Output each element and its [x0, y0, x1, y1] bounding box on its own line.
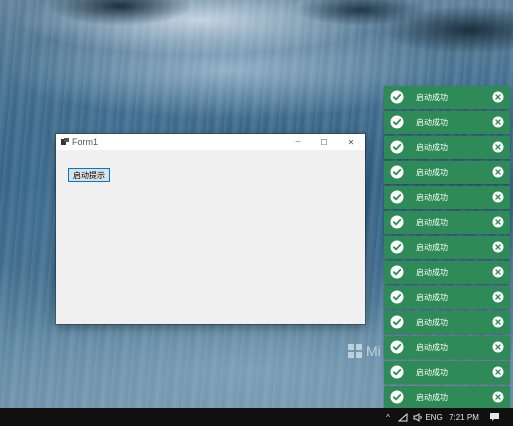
close-circle-icon[interactable] — [492, 241, 504, 253]
close-circle-icon[interactable] — [492, 91, 504, 103]
toast-notification: 启动成功 — [384, 211, 510, 234]
clock[interactable]: 7:21 PM — [446, 408, 482, 426]
check-circle-icon — [390, 190, 404, 204]
windows-logo-icon — [348, 344, 362, 358]
window-titlebar[interactable]: Form1 ─ ☐ ✕ — [56, 134, 365, 150]
language-indicator[interactable]: ENG — [425, 408, 443, 426]
close-circle-icon[interactable] — [492, 141, 504, 153]
toast-message: 启动成功 — [416, 118, 448, 127]
close-circle-icon[interactable] — [492, 216, 504, 228]
notification-icon — [489, 413, 499, 421]
close-circle-icon[interactable] — [492, 116, 504, 128]
waterfall-rocks — [0, 0, 513, 60]
volume-button[interactable] — [411, 408, 425, 426]
close-circle-icon[interactable] — [492, 191, 504, 203]
microsoft-watermark: Mi — [348, 343, 381, 359]
close-circle-icon[interactable] — [492, 316, 504, 328]
toast-message: 启动成功 — [416, 393, 448, 402]
toast-message: 启动成功 — [416, 343, 448, 352]
network-button[interactable] — [396, 408, 410, 426]
check-circle-icon — [390, 265, 404, 279]
toast-notification: 启动成功 — [384, 261, 510, 284]
toast-message: 启动成功 — [416, 193, 448, 202]
toast-notification: 启动成功 — [384, 186, 510, 209]
toast-message: 启动成功 — [416, 93, 448, 102]
toast-notification: 启动成功 — [384, 311, 510, 334]
check-circle-icon — [390, 290, 404, 304]
check-circle-icon — [390, 365, 404, 379]
maximize-icon: ☐ — [320, 137, 328, 147]
start-prompt-button[interactable]: 启动提示 — [68, 168, 110, 182]
action-center-button[interactable] — [486, 408, 502, 426]
form1-window: Form1 ─ ☐ ✕ 启动提示 — [56, 134, 365, 324]
check-circle-icon — [390, 340, 404, 354]
toast-message: 启动成功 — [416, 243, 448, 252]
window-client-area: 启动提示 — [56, 150, 365, 324]
toast-message: 启动成功 — [416, 143, 448, 152]
language-text: ENG — [425, 412, 443, 422]
check-circle-icon — [390, 140, 404, 154]
toast-notification: 启动成功 — [384, 336, 510, 359]
check-circle-icon — [390, 215, 404, 229]
toast-notification: 启动成功 — [384, 361, 510, 384]
check-circle-icon — [390, 240, 404, 254]
toast-notification: 启动成功 — [384, 386, 510, 409]
clock-time: 7:21 PM — [449, 412, 479, 422]
toast-notification: 启动成功 — [384, 236, 510, 259]
chevron-up-icon: ^ — [386, 412, 390, 422]
toast-notification: 启动成功 — [384, 136, 510, 159]
toast-message: 启动成功 — [416, 268, 448, 277]
toast-message: 启动成功 — [416, 168, 448, 177]
minimize-button[interactable]: ─ — [285, 134, 311, 150]
network-icon — [398, 412, 408, 421]
toast-message: 启动成功 — [416, 218, 448, 227]
close-circle-icon[interactable] — [492, 166, 504, 178]
close-circle-icon[interactable] — [492, 341, 504, 353]
close-icon: ✕ — [347, 137, 355, 147]
close-circle-icon[interactable] — [492, 291, 504, 303]
toast-message: 启动成功 — [416, 293, 448, 302]
check-circle-icon — [390, 315, 404, 329]
minimize-icon: ─ — [295, 138, 301, 146]
show-hidden-icons-button[interactable]: ^ — [382, 408, 394, 426]
taskbar: ^ ENG 7:21 PM — [0, 408, 513, 426]
close-circle-icon[interactable] — [492, 391, 504, 403]
close-circle-icon[interactable] — [492, 366, 504, 378]
check-circle-icon — [390, 165, 404, 179]
toast-notification: 启动成功 — [384, 286, 510, 309]
volume-icon — [413, 412, 422, 422]
close-circle-icon[interactable] — [492, 266, 504, 278]
toast-message: 启动成功 — [416, 318, 448, 327]
maximize-button[interactable]: ☐ — [311, 134, 337, 150]
check-circle-icon — [390, 390, 404, 404]
toast-notification: 启动成功 — [384, 111, 510, 134]
app-form-icon — [61, 138, 69, 145]
close-button[interactable]: ✕ — [338, 134, 364, 150]
check-circle-icon — [390, 90, 404, 104]
check-circle-icon — [390, 115, 404, 129]
watermark-text: Mi — [366, 343, 381, 359]
window-title: Form1 — [72, 137, 99, 147]
toast-message: 启动成功 — [416, 368, 448, 377]
toast-notification: 启动成功 — [384, 86, 510, 109]
toast-notification: 启动成功 — [384, 161, 510, 184]
